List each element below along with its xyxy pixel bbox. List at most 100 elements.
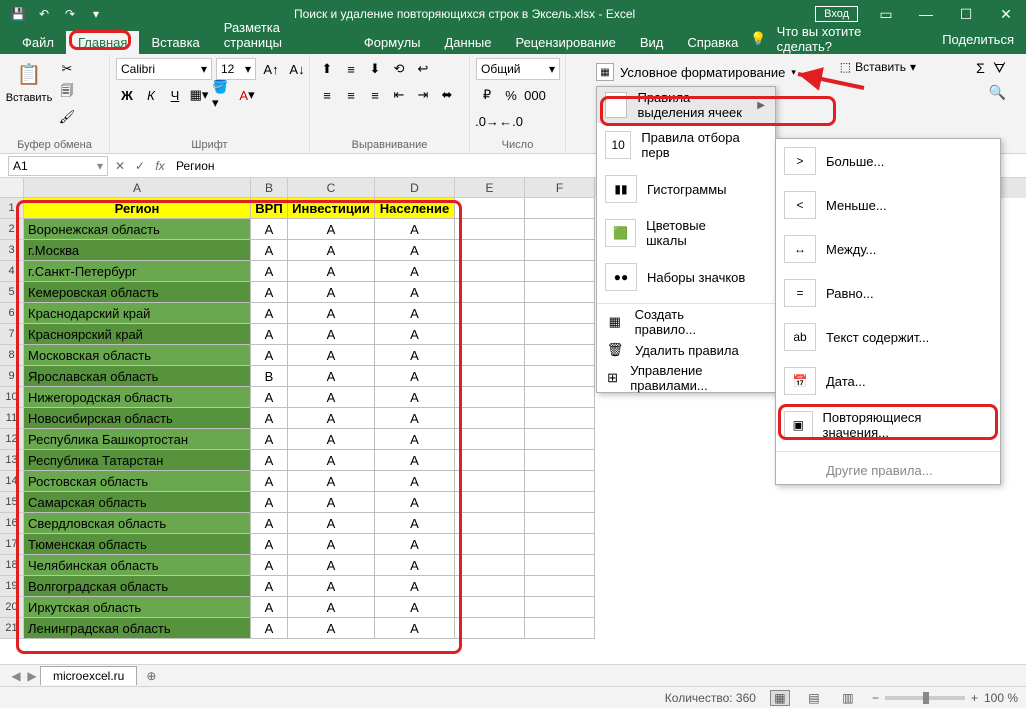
zoom-in-icon[interactable]: + [971, 691, 978, 705]
menu-equal-to[interactable]: =Равно... [776, 271, 1000, 315]
duplicate-icon: ▣ [784, 411, 813, 439]
menu-icon-sets[interactable]: ●●Наборы значков [597, 255, 775, 299]
percent-icon[interactable]: % [500, 84, 522, 106]
tab-review[interactable]: Рецензирование [503, 31, 627, 54]
status-bar: Количество: 360 ▦ ▤ ▥ − + 100 % [0, 686, 1026, 708]
menu-less-than[interactable]: <Меньше... [776, 183, 1000, 227]
tab-file[interactable]: Файл [10, 31, 66, 54]
font-color-icon[interactable]: A▾ [236, 84, 258, 106]
tab-insert[interactable]: Вставка [139, 31, 211, 54]
menu-greater-than[interactable]: >Больше... [776, 139, 1000, 183]
sheet-tabs: ◀ ▶ microexcel.ru ⊕ [0, 664, 1026, 686]
decrease-indent-icon[interactable]: ⇤ [388, 84, 410, 106]
align-middle-icon[interactable]: ≡ [340, 58, 362, 80]
fill-color-icon[interactable]: 🪣▾ [212, 84, 234, 106]
zoom-out-icon[interactable]: − [872, 691, 879, 705]
menu-color-scales[interactable]: 🟩Цветовые шкалы [597, 211, 775, 255]
alignment-group-label: Выравнивание [316, 137, 463, 151]
cut-icon[interactable]: ✂ [56, 58, 78, 80]
font-name-combo[interactable]: Calibri▾ [116, 58, 212, 80]
align-left-icon[interactable]: ≡ [316, 84, 338, 106]
wrap-text-icon[interactable]: ↩ [412, 58, 434, 80]
between-icon: ↔ [784, 235, 816, 263]
align-center-icon[interactable]: ≡ [340, 84, 362, 106]
number-group-label: Число [476, 137, 559, 151]
underline-icon[interactable]: Ч [164, 84, 186, 106]
tab-help[interactable]: Справка [675, 31, 750, 54]
align-top-icon[interactable]: ⬆ [316, 58, 338, 80]
tellme-icon: 💡 [750, 31, 766, 47]
cells-insert-button[interactable]: Вставить [855, 60, 906, 74]
menu-top-rules[interactable]: 10Правила отбора перв [597, 123, 775, 167]
autosum-icon[interactable]: Σ [976, 60, 985, 77]
tab-view[interactable]: Вид [628, 31, 676, 54]
name-box[interactable]: A1▾ [8, 156, 108, 176]
increase-decimal-icon[interactable]: .0→ [476, 110, 498, 132]
menu-duplicate-values[interactable]: ▣Повторяющиеся значения... [776, 403, 1000, 447]
sheet-tab-active[interactable]: microexcel.ru [40, 666, 137, 685]
conditional-formatting-button[interactable]: ▦ Условное форматирование ▾ [596, 60, 796, 84]
zoom-slider[interactable] [885, 696, 965, 700]
sheet-nav-next-icon[interactable]: ▶ [24, 669, 40, 683]
tellme-input[interactable]: Что вы хотите сделать? [777, 24, 917, 54]
status-count: Количество: 360 [665, 691, 756, 705]
undo-icon[interactable]: ↶ [32, 2, 56, 26]
menu-text-contains[interactable]: abТекст содержит... [776, 315, 1000, 359]
view-page-break-icon[interactable]: ▥ [838, 690, 858, 706]
cancel-formula-icon[interactable]: ✕ [110, 156, 130, 176]
clear-rules-icon: 🗑 [605, 342, 625, 358]
number-format-combo[interactable]: Общий▾ [476, 58, 560, 80]
conditional-formatting-label: Условное форматирование [620, 65, 785, 80]
font-size-combo[interactable]: 12▾ [216, 58, 256, 80]
italic-icon[interactable]: К [140, 84, 162, 106]
color-scales-icon: 🟩 [605, 219, 636, 247]
paste-button[interactable]: 📋 Вставить [6, 58, 52, 104]
enter-formula-icon[interactable]: ✓ [130, 156, 150, 176]
text-contains-icon: ab [784, 323, 816, 351]
login-button[interactable]: Вход [815, 6, 858, 22]
currency-icon[interactable]: ₽ [476, 84, 498, 106]
find-select-icon[interactable]: 🔍 [989, 84, 1006, 101]
share-button[interactable]: Поделиться [942, 32, 1014, 47]
view-normal-icon[interactable]: ▦ [770, 690, 790, 706]
menu-between[interactable]: ↔Между... [776, 227, 1000, 271]
new-rule-icon: ▦ [605, 314, 625, 330]
menu-manage-rules[interactable]: ⊞Управление правилами... [597, 364, 775, 392]
view-page-layout-icon[interactable]: ▤ [804, 690, 824, 706]
comma-icon[interactable]: 000 [524, 84, 546, 106]
menu-clear-rules[interactable]: 🗑Удалить правила [597, 336, 775, 364]
increase-indent-icon[interactable]: ⇥ [412, 84, 434, 106]
bold-icon[interactable]: Ж [116, 84, 138, 106]
tab-home[interactable]: Главная [66, 31, 139, 54]
decrease-font-icon[interactable]: A↓ [286, 58, 308, 80]
zoom-level: 100 % [984, 691, 1018, 705]
fx-icon[interactable]: fx [150, 156, 170, 176]
tab-formulas[interactable]: Формулы [352, 31, 433, 54]
increase-font-icon[interactable]: A↑ [260, 58, 282, 80]
save-icon[interactable]: 💾 [6, 2, 30, 26]
menu-new-rule[interactable]: ▦Создать правило... [597, 308, 775, 336]
submenu-arrow-icon: ▶ [757, 100, 765, 111]
tab-page-layout[interactable]: Разметка страницы [212, 16, 352, 54]
clipboard-group-label: Буфер обмена [6, 137, 103, 151]
align-bottom-icon[interactable]: ⬇ [364, 58, 386, 80]
new-sheet-icon[interactable]: ⊕ [141, 669, 161, 683]
borders-icon[interactable]: ▦▾ [188, 84, 210, 106]
tab-data[interactable]: Данные [433, 31, 504, 54]
format-painter-icon[interactable]: 🖌 [56, 106, 78, 128]
sort-filter-icon[interactable]: ᗊ [993, 60, 1006, 77]
conditional-formatting-menu: Правила выделения ячеек ▶ 10Правила отбо… [596, 86, 776, 393]
copy-icon[interactable]: 🗐 [56, 82, 78, 104]
redo-icon[interactable]: ↷ [58, 2, 82, 26]
menu-more-rules[interactable]: Другие правила... [776, 456, 1000, 484]
sheet-nav-prev-icon[interactable]: ◀ [8, 669, 24, 683]
orientation-icon[interactable]: ⟲ [388, 58, 410, 80]
merge-icon[interactable]: ⬌ [436, 84, 458, 106]
menu-highlight-rules[interactable]: Правила выделения ячеек ▶ [597, 87, 775, 123]
ribbon-tabs: Файл Главная Вставка Разметка страницы Ф… [0, 28, 1026, 54]
menu-date-occurring[interactable]: 📅Дата... [776, 359, 1000, 403]
decrease-decimal-icon[interactable]: ←.0 [500, 110, 522, 132]
align-right-icon[interactable]: ≡ [364, 84, 386, 106]
qat-customize-icon[interactable]: ▾ [84, 2, 108, 26]
menu-data-bars[interactable]: ▮▮Гистограммы [597, 167, 775, 211]
